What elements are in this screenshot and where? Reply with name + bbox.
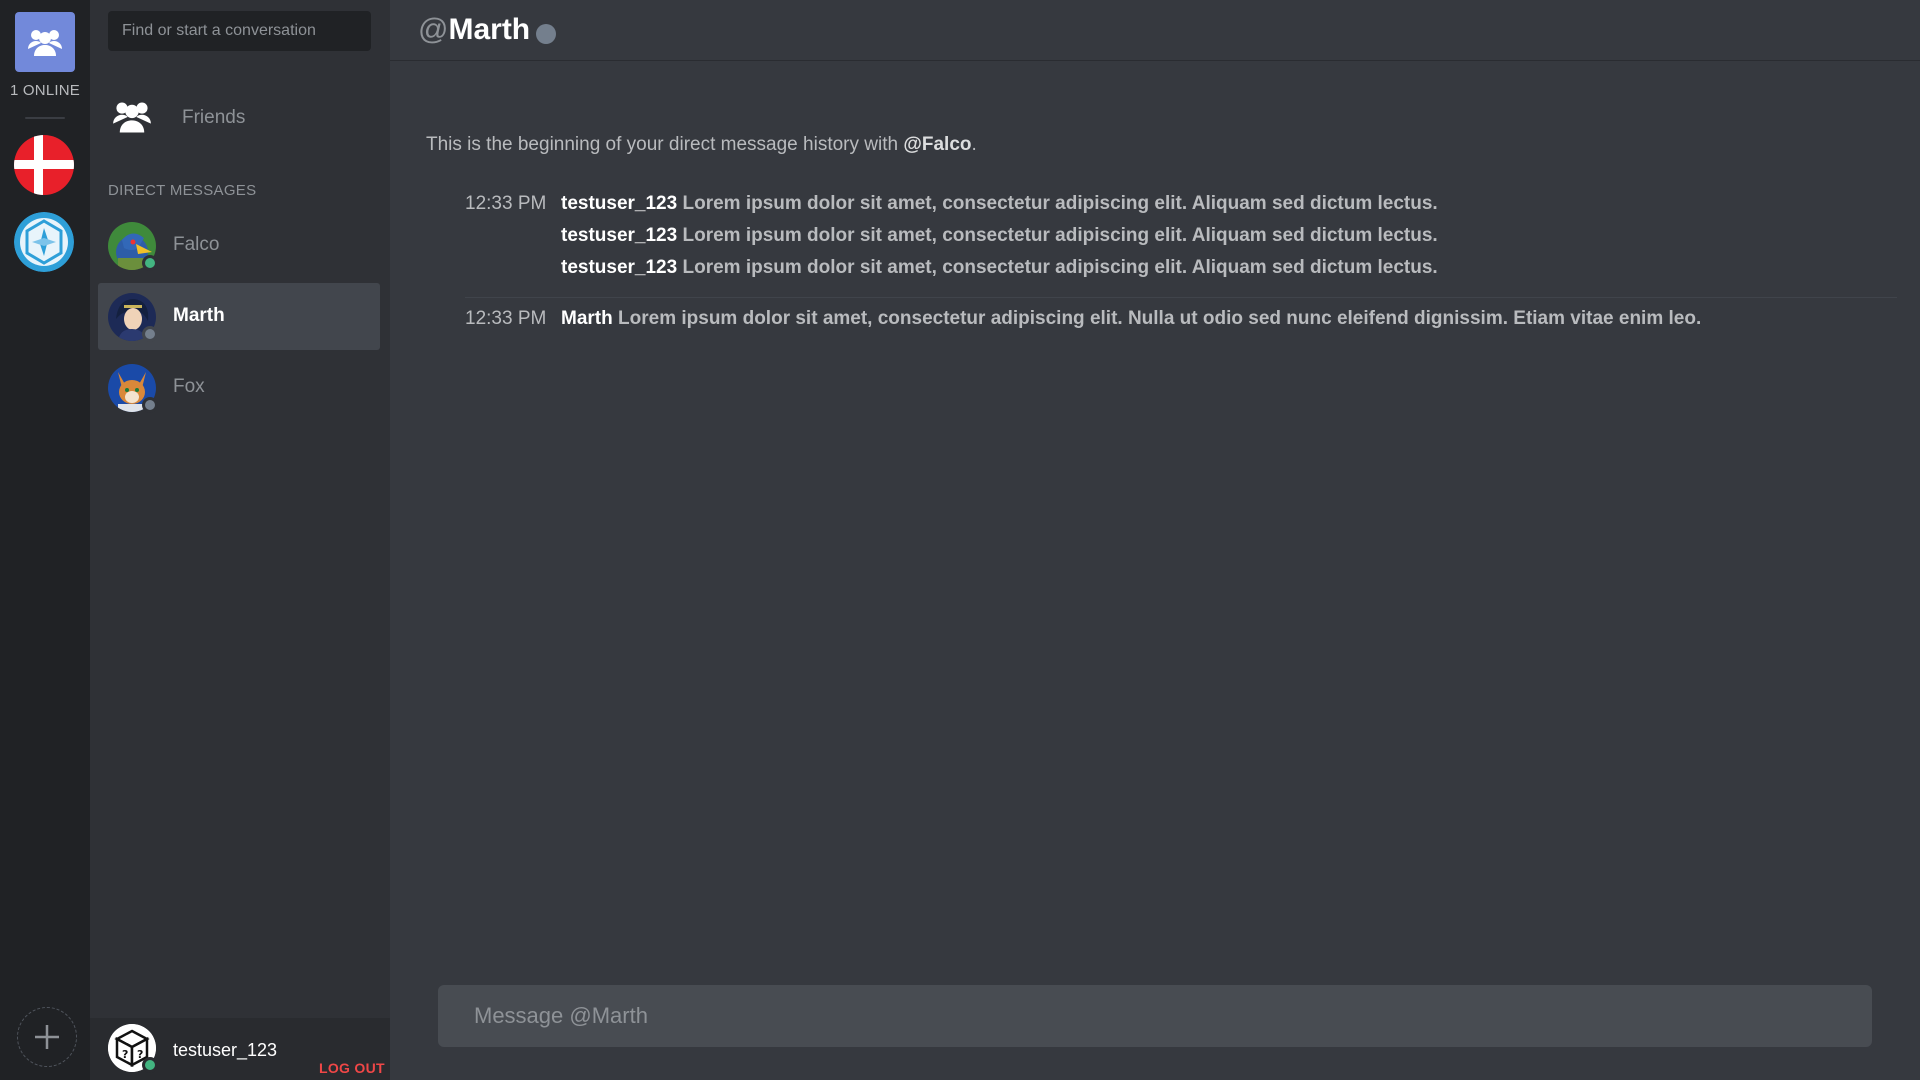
server-rail: 1 ONLINE bbox=[0, 0, 90, 1080]
status-offline-indicator bbox=[536, 24, 556, 44]
user-panel: ? ? testuser_123 LOG OUT bbox=[90, 1018, 390, 1080]
at-symbol: @ bbox=[418, 13, 449, 46]
denmark-flag-icon bbox=[14, 135, 74, 195]
home-button[interactable] bbox=[15, 12, 75, 72]
dm-name: Fox bbox=[173, 376, 205, 397]
message-author-line: testuser_123 Lorem ipsum dolor sit amet,… bbox=[561, 257, 1438, 279]
history-start-notice: This is the beginning of your direct mes… bbox=[426, 134, 977, 156]
friends-icon bbox=[28, 30, 62, 56]
status-offline-indicator bbox=[142, 397, 158, 413]
add-server-button[interactable] bbox=[17, 1007, 77, 1067]
status-online-indicator bbox=[142, 255, 158, 271]
message-input[interactable] bbox=[438, 985, 1872, 1047]
chat-title: @Marth bbox=[418, 13, 530, 47]
dm-sidebar: Friends DIRECT MESSAGES Falco bbox=[90, 0, 390, 1080]
search-input[interactable] bbox=[108, 11, 371, 51]
message-text: Lorem ipsum dolor sit amet, consectetur … bbox=[682, 257, 1438, 278]
message-author[interactable]: testuser_123 bbox=[561, 193, 677, 214]
message-author[interactable]: testuser_123 bbox=[561, 225, 677, 246]
online-count: 1 ONLINE bbox=[10, 82, 80, 99]
dm-name: Falco bbox=[173, 234, 220, 255]
message-text: Lorem ipsum dolor sit amet, consectetur … bbox=[618, 308, 1702, 329]
dm-item-fox[interactable]: Fox bbox=[98, 354, 380, 421]
app-window: 1 ONLINE Find or start a conversation Fr… bbox=[0, 0, 1920, 1080]
server-compass[interactable] bbox=[14, 212, 74, 272]
message-author-line: testuser_123 Lorem ipsum dolor sit amet,… bbox=[561, 193, 1438, 215]
message-author-line: testuser_123 Lorem ipsum dolor sit amet,… bbox=[561, 225, 1438, 247]
chat-recipient-name: Marth bbox=[448, 13, 531, 46]
friends-icon bbox=[113, 102, 151, 133]
compass-emblem-icon bbox=[14, 212, 74, 272]
message-divider bbox=[465, 297, 1897, 298]
message-timestamp: 12:33 PM bbox=[465, 308, 547, 329]
plus-icon bbox=[35, 1025, 59, 1049]
friends-nav-item[interactable]: Friends bbox=[90, 85, 390, 150]
dm-item-marth[interactable]: Marth bbox=[98, 283, 380, 350]
message-text: Lorem ipsum dolor sit amet, consectetur … bbox=[682, 193, 1438, 214]
dm-name: Marth bbox=[173, 305, 225, 326]
server-denmark[interactable] bbox=[14, 135, 74, 195]
message-text: Lorem ipsum dolor sit amet, consectetur … bbox=[682, 225, 1438, 246]
status-online-indicator bbox=[142, 1057, 158, 1073]
message-author[interactable]: testuser_123 bbox=[561, 257, 677, 278]
message-timestamp: 12:33 PM bbox=[465, 193, 547, 214]
rail-divider bbox=[25, 117, 65, 119]
chat-header: @Marth bbox=[390, 0, 1920, 61]
history-user: @Falco bbox=[903, 134, 972, 155]
message-author[interactable]: Marth bbox=[561, 308, 613, 329]
svg-text:?: ? bbox=[137, 1048, 143, 1061]
chat-area: @Marth This is the beginning of your dir… bbox=[390, 0, 1920, 1080]
friends-label: Friends bbox=[182, 107, 246, 128]
logout-button[interactable]: LOG OUT bbox=[319, 1060, 385, 1076]
direct-messages-header: DIRECT MESSAGES bbox=[108, 182, 257, 199]
current-username: testuser_123 bbox=[173, 1040, 278, 1060]
message-author-line: Marth Lorem ipsum dolor sit amet, consec… bbox=[561, 308, 1701, 330]
status-offline-indicator bbox=[142, 326, 158, 342]
dm-item-falco[interactable]: Falco bbox=[98, 212, 380, 279]
svg-text:?: ? bbox=[122, 1048, 128, 1061]
history-suffix: . bbox=[971, 134, 977, 155]
history-prefix: This is the beginning of your direct mes… bbox=[426, 134, 904, 155]
